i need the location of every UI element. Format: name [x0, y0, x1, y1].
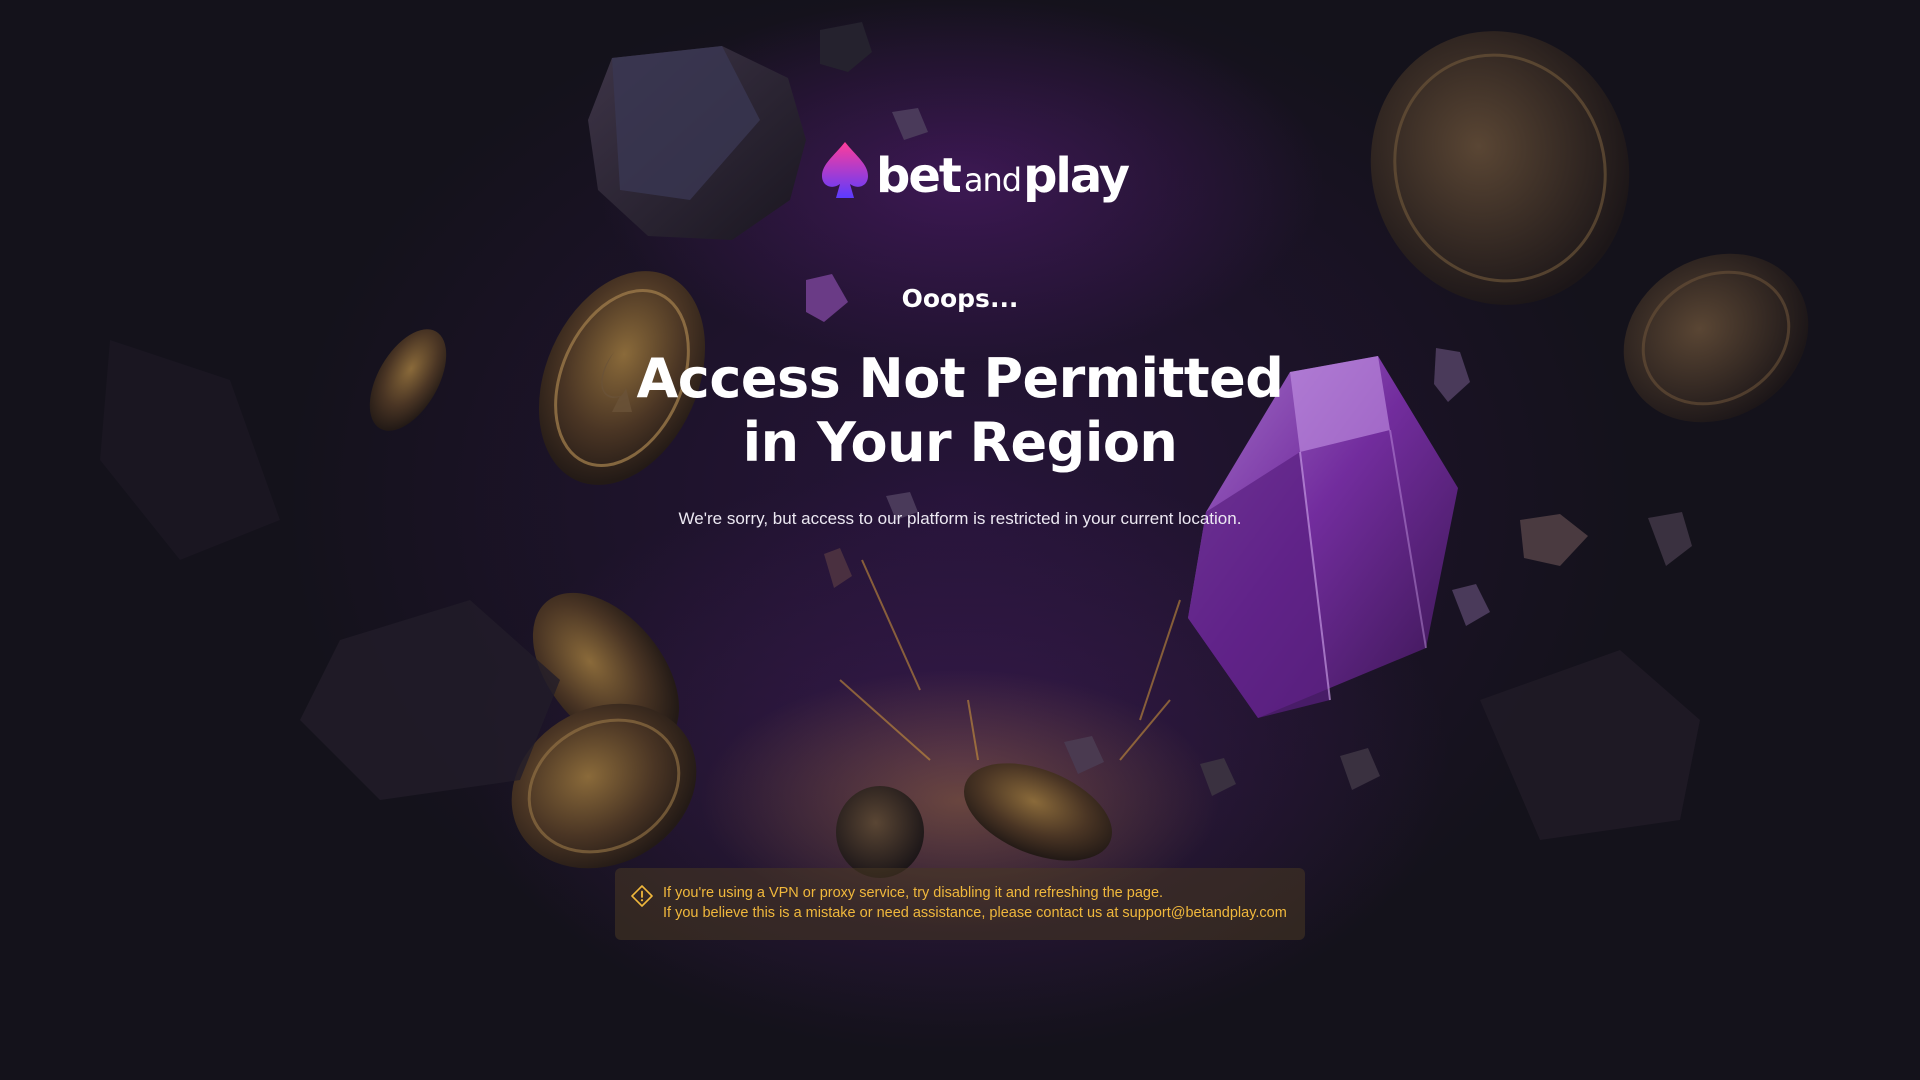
rock-decoration: [300, 600, 560, 800]
page-title-line2: in Your Region: [742, 411, 1178, 474]
rock-decoration: [1452, 584, 1490, 626]
page-title: Access Not Permitted in Your Region: [0, 347, 1920, 475]
eyebrow-text: Ooops...: [901, 284, 1019, 313]
spade-icon: [822, 142, 868, 198]
notice-line-support: If you believe this is a mistake or need…: [663, 905, 1287, 921]
page-subtitle: We're sorry, but access to our platform …: [678, 509, 1242, 528]
warning-diamond-icon: [631, 885, 653, 907]
logo-text-and: and: [963, 161, 1022, 199]
vpn-notice-box: If you're using a VPN or proxy service, …: [615, 868, 1305, 940]
rock-decoration: [588, 46, 806, 240]
region-block-page: bet and play Ooops... Access Not Permitt…: [0, 0, 1920, 1080]
page-title-line1: Access Not Permitted: [636, 347, 1284, 410]
coin-decoration: [836, 786, 924, 878]
rock-decoration: [824, 548, 852, 588]
rock-decoration: [820, 22, 872, 72]
brand-logo[interactable]: bet and play: [820, 138, 1130, 204]
logo-text-play: play: [1023, 148, 1130, 204]
rock-decoration: [892, 108, 928, 140]
notice-line-vpn: If you're using a VPN or proxy service, …: [663, 885, 1164, 901]
rock-decoration: [1340, 748, 1380, 790]
logo-text-bet: bet: [876, 148, 962, 204]
rock-decoration: [1480, 650, 1700, 840]
